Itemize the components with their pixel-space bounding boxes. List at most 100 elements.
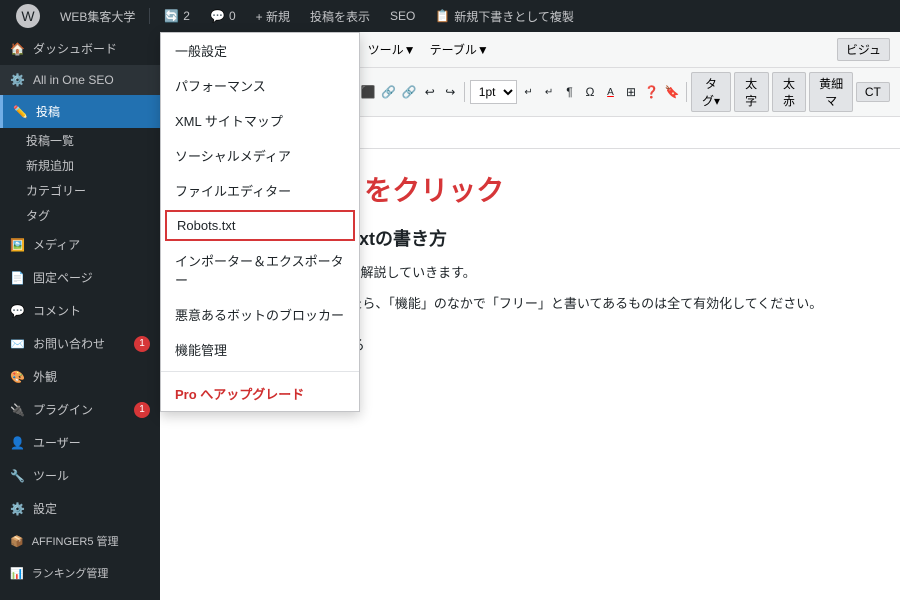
dashboard-label: ダッシュボード: [33, 40, 117, 57]
sidebar-item-posts[interactable]: ✏️ 投稿: [0, 95, 160, 128]
appearance-icon: 🎨: [10, 370, 25, 384]
comments-item[interactable]: 💬 0: [202, 0, 244, 32]
comments-icon: 💬: [10, 304, 25, 318]
font-color-btn[interactable]: A: [602, 80, 620, 104]
tag-dropdown-btn[interactable]: タグ▾: [691, 72, 730, 112]
comment-icon: 💬: [210, 9, 225, 23]
sidebar-item-menu-close[interactable]: ◀ メニューを閉じる: [0, 589, 160, 600]
comment-count: 0: [229, 9, 236, 23]
sidebar-item-comments[interactable]: 💬 コメント: [0, 294, 160, 327]
aio-seo-label: All in One SEO: [33, 73, 114, 87]
undo-btn[interactable]: ↩: [421, 80, 439, 104]
view-posts-label: 投稿を表示: [310, 8, 370, 25]
sidebar-item-appearance[interactable]: 🎨 外観: [0, 360, 160, 393]
indent-btn[interactable]: ↵: [520, 80, 538, 104]
wp-logo-item[interactable]: W: [8, 0, 48, 32]
posts-icon: ✏️: [13, 105, 28, 119]
view-posts-item[interactable]: 投稿を表示: [302, 0, 378, 32]
dropdown-item-general[interactable]: 一般設定: [161, 33, 359, 68]
sidebar-item-settings[interactable]: ⚙️ 設定: [0, 492, 160, 525]
dropdown-item-bad-bots[interactable]: 悪意あるボットのブロッカー: [161, 297, 359, 332]
toolbar-sep1: [464, 82, 465, 102]
new-post-item[interactable]: + 新規: [248, 0, 298, 32]
dropdown-item-features[interactable]: 機能管理: [161, 332, 359, 367]
ranking-icon: 📊: [10, 567, 24, 580]
bold-text-btn[interactable]: 太字: [734, 72, 769, 112]
sidebar-item-tools[interactable]: 🔧 ツール: [0, 459, 160, 492]
dashboard-icon: 🏠: [10, 42, 25, 56]
ct-btn[interactable]: CT: [856, 82, 890, 102]
outdent-btn[interactable]: ↵: [540, 80, 558, 104]
sidebar: 🏠 ダッシュボード ⚙️ All in One SEO ✏️ 投稿 投稿一覧 新…: [0, 32, 160, 600]
yellow-small-btn[interactable]: 黄細マ: [809, 72, 852, 112]
wp-logo: W: [16, 4, 40, 28]
settings-label: 設定: [33, 500, 57, 517]
media-icon: 🖼️: [10, 238, 25, 252]
inquiry-badge: 1: [134, 336, 150, 352]
dropdown-item-xml-sitemap[interactable]: XML サイトマップ: [161, 103, 359, 138]
posts-label: 投稿: [36, 103, 60, 120]
sidebar-item-users[interactable]: 👤 ユーザー: [0, 426, 160, 459]
bookmark-btn[interactable]: 🔖: [663, 80, 681, 104]
update-count: 2: [183, 9, 190, 23]
inquiry-icon: ✉️: [10, 337, 25, 351]
pages-label: 固定ページ: [33, 269, 93, 286]
font-size-select[interactable]: 1pt: [470, 80, 517, 104]
sidebar-item-aio-seo[interactable]: ⚙️ All in One SEO: [0, 65, 160, 95]
dropdown-item-robots-txt[interactable]: Robots.txt: [165, 210, 355, 241]
dropdown-item-file-editor[interactable]: ファイルエディター: [161, 173, 359, 208]
sidebar-sub-tags[interactable]: タグ: [0, 203, 160, 228]
sidebar-sub-categories[interactable]: カテゴリー: [0, 178, 160, 203]
bold-red-btn[interactable]: 太赤: [772, 72, 807, 112]
ranking-label: ランキング管理: [32, 565, 109, 581]
duplicate-label: 新規下書きとして複製: [454, 8, 574, 25]
duplicate-icon: 📋: [435, 9, 450, 23]
sidebar-sub-posts-list[interactable]: 投稿一覧: [0, 128, 160, 153]
duplicate-item[interactable]: 📋 新規下書きとして複製: [427, 0, 582, 32]
plugins-icon: 🔌: [10, 403, 25, 417]
dropdown-item-social-media[interactable]: ソーシャルメディア: [161, 138, 359, 173]
paragraph-btn[interactable]: ¶: [561, 80, 579, 104]
pages-icon: 📄: [10, 271, 25, 285]
sidebar-item-ranking[interactable]: 📊 ランキング管理: [0, 557, 160, 589]
comments-label: コメント: [33, 302, 81, 319]
unlink-btn[interactable]: 🔗: [401, 80, 419, 104]
table-label: テーブル▼: [430, 41, 489, 58]
dropdown-item-importer[interactable]: インポーター＆エクスポーター: [161, 243, 359, 297]
plugins-label: プラグイン: [33, 401, 93, 418]
settings-icon: ⚙️: [10, 502, 25, 516]
link-btn[interactable]: 🔗: [380, 80, 398, 104]
site-name-item[interactable]: WEB集客大学: [52, 0, 143, 32]
dropdown-item-upgrade[interactable]: Pro へアップグレード: [161, 376, 359, 411]
sidebar-item-media[interactable]: 🖼️ メディア: [0, 228, 160, 261]
admin-bar: W WEB集客大学 🔄 2 💬 0 + 新規 投稿を表示 SEO 📋 新規下書き…: [0, 0, 900, 32]
dropdown-divider: [161, 371, 359, 372]
sidebar-item-inquiry[interactable]: ✉️ お問い合わせ 1: [0, 327, 160, 360]
inquiry-label: お問い合わせ: [33, 335, 105, 352]
updates-item[interactable]: 🔄 2: [156, 0, 198, 32]
sidebar-sub-new-post[interactable]: 新規追加: [0, 153, 160, 178]
site-name: WEB集客大学: [60, 8, 135, 25]
plugins-badge: 1: [134, 402, 150, 418]
visual-button[interactable]: ビジュ: [837, 38, 890, 61]
aio-seo-dropdown: 一般設定 パフォーマンス XML サイトマップ ソーシャルメディア ファイルエデ…: [160, 32, 360, 412]
help-btn[interactable]: ❓: [643, 80, 661, 104]
affinger5-label: AFFINGER5 管理: [32, 533, 119, 549]
special-char-btn[interactable]: Ω: [581, 80, 599, 104]
sidebar-item-pages[interactable]: 📄 固定ページ: [0, 261, 160, 294]
seo-label: SEO: [390, 9, 415, 23]
tools-label: ツール: [33, 467, 69, 484]
table-btn[interactable]: ⊞: [622, 80, 640, 104]
align-right-btn[interactable]: ⬛: [360, 80, 378, 104]
tools-label: ツール▼: [368, 41, 416, 58]
redo-btn[interactable]: ↪: [442, 80, 460, 104]
sidebar-item-affinger5[interactable]: 📦 AFFINGER5 管理: [0, 525, 160, 557]
affinger5-icon: 📦: [10, 535, 24, 548]
users-label: ユーザー: [33, 434, 81, 451]
seo-item[interactable]: SEO: [382, 0, 423, 32]
sidebar-item-dashboard[interactable]: 🏠 ダッシュボード: [0, 32, 160, 65]
dropdown-item-performance[interactable]: パフォーマンス: [161, 68, 359, 103]
sidebar-item-plugins[interactable]: 🔌 プラグイン 1: [0, 393, 160, 426]
new-label: + 新規: [256, 8, 290, 25]
aio-icon: ⚙️: [10, 73, 25, 87]
